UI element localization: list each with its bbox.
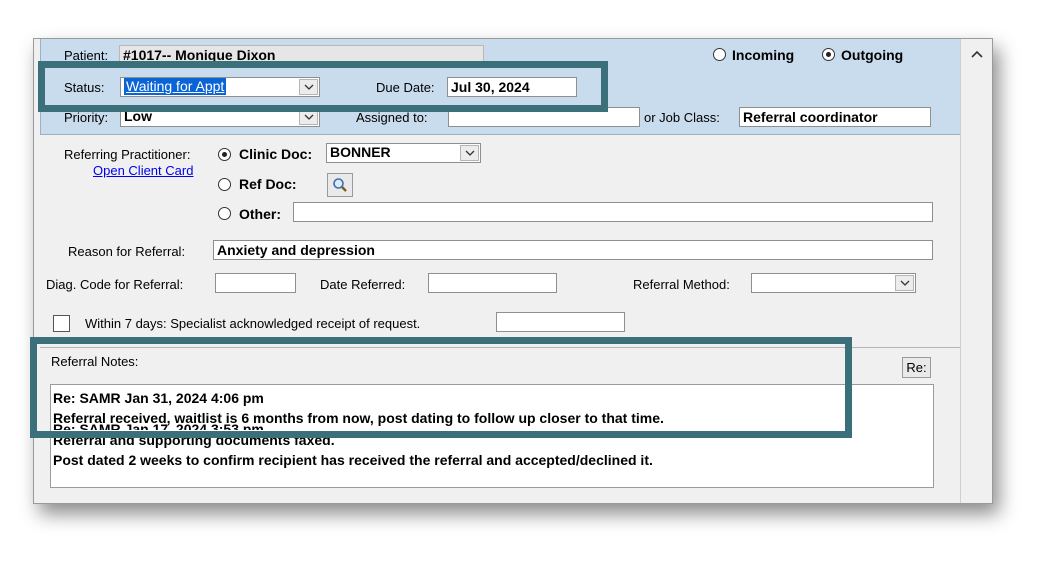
referring-practitioner-label: Referring Practitioner: (64, 147, 191, 162)
acknowledged-checkbox[interactable] (53, 315, 70, 332)
ref-doc-label: Ref Doc: (239, 176, 297, 192)
chevron-down-icon[interactable] (895, 275, 914, 291)
referral-method-select[interactable] (751, 273, 916, 293)
date-referred-field[interactable] (428, 273, 557, 293)
header-divider (40, 134, 960, 135)
outgoing-label: Outgoing (841, 47, 904, 63)
ref-doc-radio[interactable] (218, 178, 231, 191)
re-button[interactable]: Re: (902, 357, 931, 378)
open-client-card-link[interactable]: Open Client Card (93, 163, 193, 178)
clinic-doc-select[interactable]: BONNER (326, 143, 481, 163)
date-referred-label: Date Referred: (320, 277, 406, 292)
other-field[interactable] (293, 202, 933, 222)
job-class-label: or Job Class: (644, 110, 720, 125)
chevron-down-icon[interactable] (460, 145, 479, 161)
assigned-to-label: Assigned to: (356, 110, 428, 125)
diag-code-field[interactable] (215, 273, 296, 293)
vertical-scrollbar[interactable] (960, 39, 992, 503)
reason-field[interactable]: Anxiety and depression (213, 240, 933, 260)
diag-code-label: Diag. Code for Referral: (46, 277, 184, 292)
acknowledged-date-field[interactable] (496, 312, 625, 332)
ref-doc-lookup-button[interactable] (327, 173, 353, 197)
status-callout-frame (38, 61, 608, 112)
job-class-field[interactable]: Referral coordinator (739, 107, 931, 127)
clinic-doc-value: BONNER (330, 144, 391, 160)
acknowledged-label: Within 7 days: Specialist acknowledged r… (85, 316, 421, 331)
magnifier-icon (333, 178, 347, 192)
priority-label: Priority: (64, 110, 109, 125)
incoming-label: Incoming (732, 47, 795, 63)
reason-label: Reason for Referral: (68, 244, 186, 259)
incoming-radio[interactable] (713, 48, 726, 61)
clinic-doc-label: Clinic Doc: (239, 146, 313, 162)
referral-method-label: Referral Method: (633, 277, 730, 292)
clinic-doc-radio[interactable] (218, 148, 231, 161)
notes-callout-frame (30, 337, 852, 438)
outgoing-radio[interactable] (822, 48, 835, 61)
other-radio[interactable] (218, 207, 231, 220)
other-label: Other: (239, 206, 281, 222)
chevron-up-icon[interactable] (971, 50, 983, 58)
notes-line: Post dated 2 weeks to confirm recipient … (53, 452, 653, 468)
